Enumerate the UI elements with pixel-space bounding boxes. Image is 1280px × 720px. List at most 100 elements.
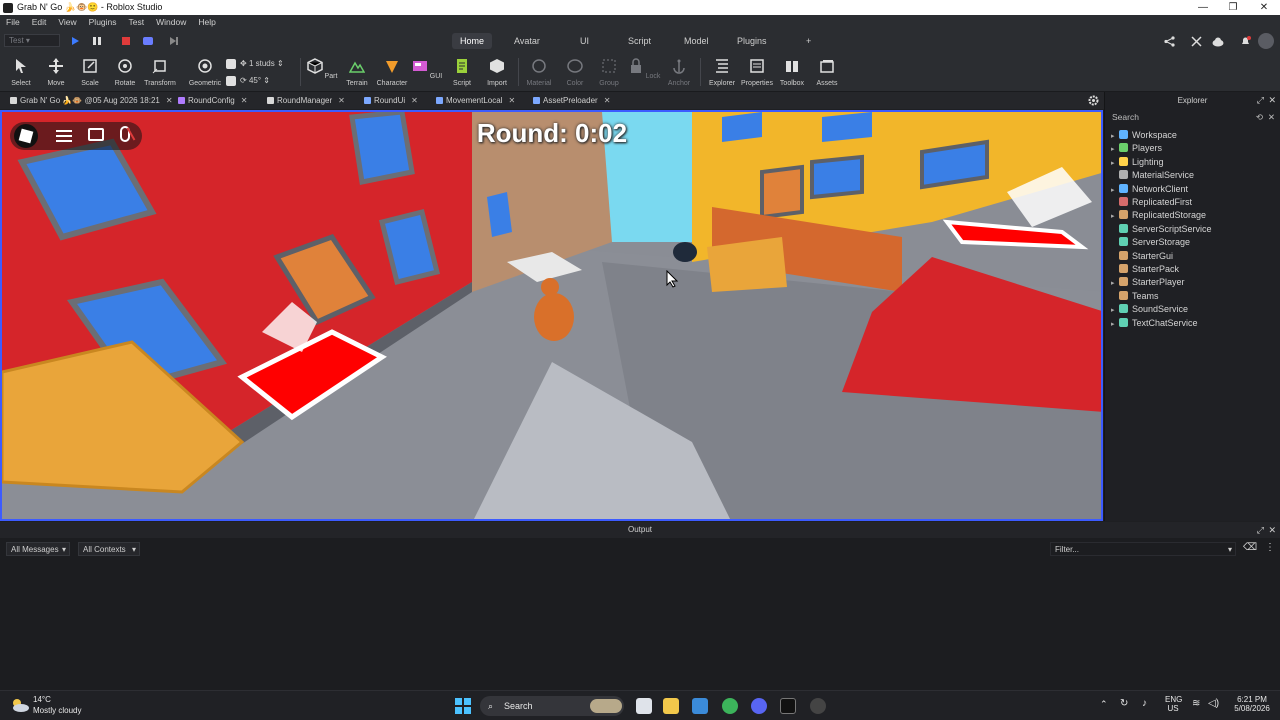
expand-arrow-icon[interactable]: ▸ — [1111, 130, 1119, 143]
popout-icon[interactable]: ⤢ — [1257, 92, 1264, 109]
color-tool[interactable]: Color — [558, 58, 592, 90]
file-explorer-icon[interactable] — [663, 698, 679, 714]
chevron-up-icon[interactable]: ⌃ — [1100, 699, 1108, 710]
explorer-item-starterpack[interactable]: StarterPack — [1111, 263, 1179, 276]
expand-arrow-icon[interactable]: ▸ — [1111, 318, 1119, 331]
expand-arrow-icon[interactable]: ▸ — [1111, 210, 1119, 223]
chrome-icon[interactable] — [722, 698, 738, 714]
group-tool[interactable]: Group — [592, 58, 626, 90]
transform-tool[interactable]: Transform — [143, 58, 177, 90]
clear-output-icon[interactable]: ⌫ — [1243, 542, 1257, 553]
messages-filter-select[interactable]: All Messages ▾ — [6, 542, 70, 556]
explorer-item-serverstorage[interactable]: ServerStorage — [1111, 236, 1190, 249]
tab-ui[interactable]: UI — [572, 33, 597, 49]
tab-place[interactable]: Grab N' Go 🍌🐵 @05 Aug 2026 18:21 ✕ — [8, 94, 173, 107]
close-icon[interactable]: ✕ — [1268, 522, 1276, 538]
popout-icon[interactable]: ⤢ — [1257, 522, 1264, 538]
expand-arrow-icon[interactable]: ▸ — [1111, 157, 1119, 170]
explorer-item-starterplayer[interactable]: ▸ StarterPlayer — [1111, 276, 1185, 289]
microphone-icon[interactable] — [120, 126, 136, 142]
weather-description[interactable]: Mostly cloudy — [33, 706, 81, 715]
snap-rotate-checkbox[interactable] — [226, 76, 236, 86]
angle-field[interactable]: ⟳ 45° ⇕ — [240, 76, 270, 85]
history-icon[interactable]: ⟲ — [1256, 111, 1263, 124]
tab-home[interactable]: Home — [452, 33, 493, 49]
stop-icon[interactable] — [121, 36, 131, 46]
restore-button[interactable]: ❐ — [1218, 0, 1248, 15]
taskbar-search[interactable]: ⌕ Search — [480, 696, 624, 716]
step-icon[interactable] — [169, 36, 179, 46]
wifi-icon[interactable]: ≋ — [1192, 698, 1200, 709]
menu-window[interactable]: Window — [150, 17, 192, 27]
expand-arrow-icon[interactable]: ▸ — [1111, 184, 1119, 197]
explorer-item-players[interactable]: ▸ Players — [1111, 142, 1162, 155]
volume-icon[interactable]: ◁) — [1208, 698, 1219, 709]
sync-icon[interactable]: ↻ — [1120, 698, 1128, 709]
menu-plugins[interactable]: Plugins — [83, 17, 123, 27]
language-indicator[interactable]: ENG US — [1165, 695, 1182, 713]
menu-view[interactable]: View — [52, 17, 82, 27]
store-icon[interactable] — [692, 698, 708, 714]
tab-assetpreloader[interactable]: AssetPreloader ✕ — [531, 94, 610, 107]
lock-tool[interactable]: Lock — [627, 58, 661, 90]
assets-toggle[interactable]: Assets — [810, 58, 844, 90]
menu-test[interactable]: Test — [123, 17, 151, 27]
toolbox-toggle[interactable]: Toolbox — [775, 58, 809, 90]
tab-roundmanager[interactable]: RoundManager ✕ — [265, 94, 345, 107]
windows-start-icon[interactable] — [455, 698, 471, 714]
add-tab-button[interactable]: + — [798, 33, 819, 49]
hamburger-menu-icon[interactable] — [56, 128, 72, 142]
close-icon[interactable]: ✕ — [1268, 92, 1276, 109]
part-tool[interactable]: Part — [305, 58, 339, 90]
chat-icon[interactable] — [88, 128, 104, 141]
tab-plugins[interactable]: Plugins — [729, 33, 775, 49]
import-tool[interactable]: Import — [480, 58, 514, 90]
close-icon[interactable]: ✕ — [411, 96, 418, 105]
move-tool[interactable]: Move — [39, 58, 73, 90]
minimize-button[interactable]: — — [1188, 0, 1218, 15]
explorer-toggle[interactable]: Explorer — [705, 58, 739, 90]
snap-move-checkbox[interactable] — [226, 59, 236, 69]
close-icon[interactable]: ✕ — [1268, 111, 1275, 124]
tab-avatar[interactable]: Avatar — [506, 33, 548, 49]
explorer-item-replicatedstorage[interactable]: ▸ ReplicatedStorage — [1111, 209, 1206, 222]
play-mode-select[interactable]: Test ▾ — [4, 34, 60, 47]
properties-toggle[interactable]: Properties — [740, 58, 774, 90]
share-icon[interactable] — [1164, 36, 1175, 47]
character-tool[interactable]: Character — [375, 58, 409, 90]
menu-help[interactable]: Help — [192, 17, 221, 27]
close-window-button[interactable]: ✕ — [1249, 0, 1279, 15]
rotate-tool[interactable]: Rotate — [108, 58, 142, 90]
geometric-tool[interactable]: Geometric — [188, 58, 222, 90]
output-filter-input[interactable]: Filter... ▾ — [1050, 542, 1236, 556]
explorer-item-teams[interactable]: Teams — [1111, 290, 1159, 303]
gear-icon[interactable] — [1088, 95, 1099, 106]
terrain-tool[interactable]: Terrain — [340, 58, 374, 90]
explorer-item-networkclient[interactable]: ▸ NetworkClient — [1111, 183, 1188, 196]
menu-edit[interactable]: Edit — [26, 17, 53, 27]
avatar[interactable] — [1258, 33, 1274, 49]
anchor-tool[interactable]: Anchor — [662, 58, 696, 90]
scale-tool[interactable]: Scale — [73, 58, 107, 90]
gui-tool[interactable]: GUI — [410, 58, 444, 90]
discord-icon[interactable] — [751, 698, 767, 714]
contexts-filter-select[interactable]: All Contexts ▾ — [78, 542, 140, 556]
roblox-menu-button[interactable] — [14, 124, 38, 148]
tab-roundconfig[interactable]: RoundConfig ✕ — [176, 94, 247, 107]
close-icon[interactable]: ✕ — [166, 96, 173, 105]
explorer-search-input[interactable]: Search ⟲ ✕ — [1109, 111, 1277, 124]
tab-model[interactable]: Model — [676, 33, 717, 49]
script-tool[interactable]: Script — [445, 58, 479, 90]
notification-bell-icon[interactable] — [1240, 36, 1251, 47]
tab-movementlocal[interactable]: MovementLocal ✕ — [434, 94, 515, 107]
menu-file[interactable]: File — [0, 17, 26, 27]
roblox-studio-taskbar-icon[interactable] — [780, 698, 796, 714]
clock[interactable]: 6:21 PM 5/08/2026 — [1232, 695, 1272, 713]
studs-field[interactable]: ✥ 1 studs ⇕ — [240, 59, 284, 68]
weather-temperature[interactable]: 14°C — [33, 695, 51, 704]
close-icon[interactable]: ✕ — [338, 96, 345, 105]
game-viewport[interactable]: Round: 0:02 — [0, 110, 1103, 521]
material-tool[interactable]: Material — [522, 58, 556, 90]
microphone-tray-icon[interactable]: ♪ — [1142, 698, 1147, 709]
close-icon[interactable]: ✕ — [508, 96, 515, 105]
